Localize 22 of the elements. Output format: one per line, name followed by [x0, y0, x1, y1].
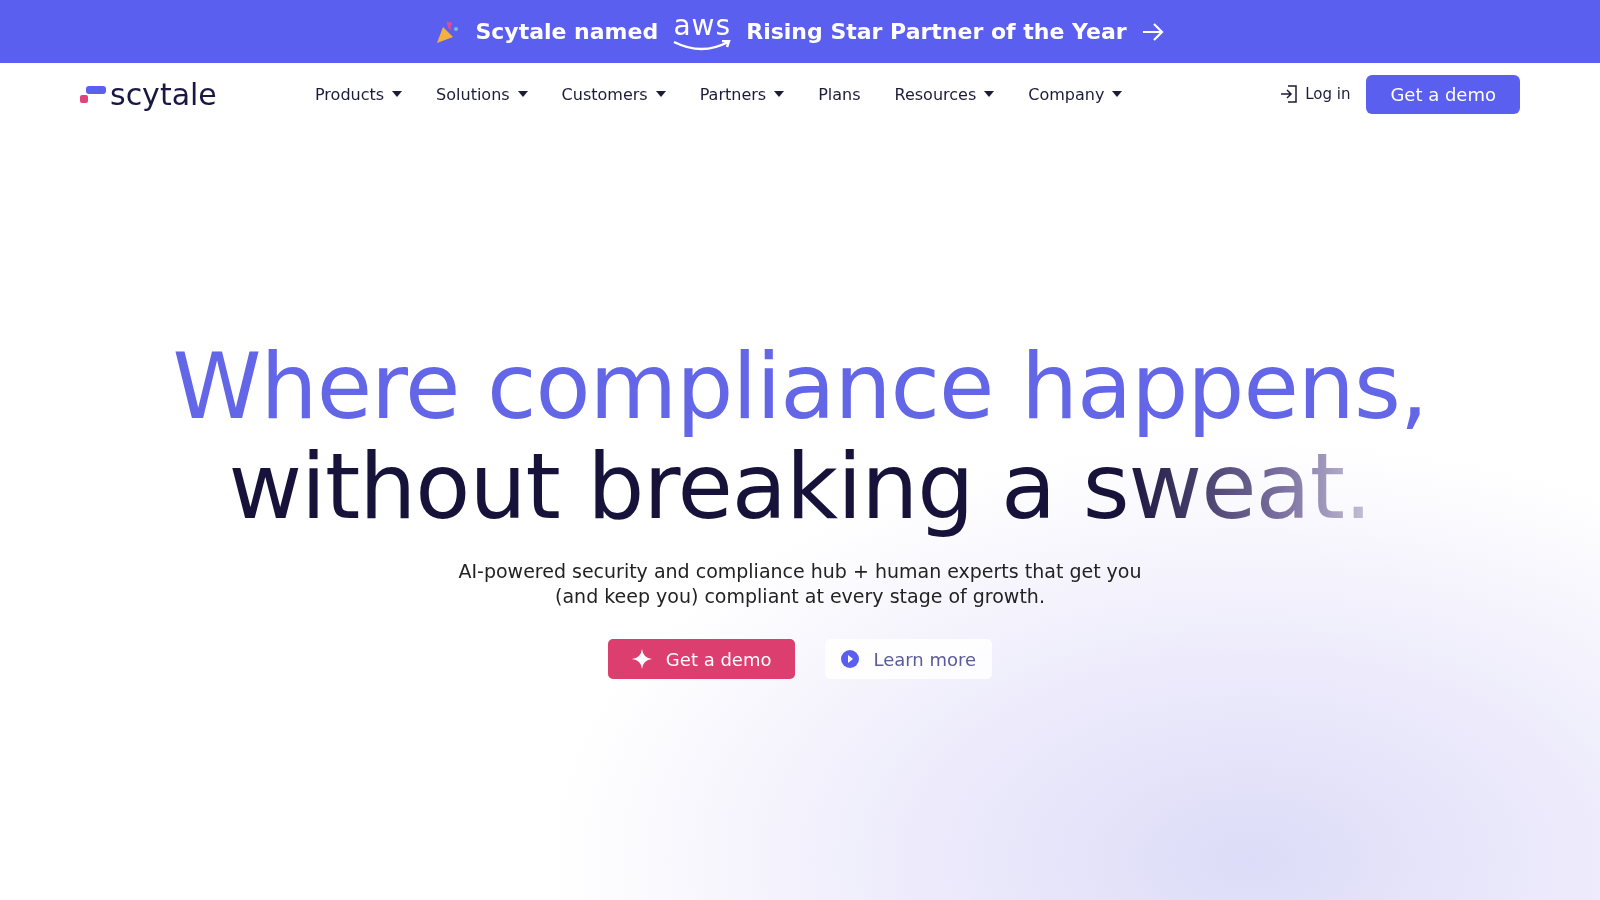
get-demo-button[interactable]: Get a demo — [1366, 74, 1520, 114]
hero-heading: Where compliance happens, — [172, 337, 1428, 437]
nav-link[interactable]: Products — [315, 84, 403, 104]
aws-logo: aws — [672, 11, 733, 52]
arrow-right-icon[interactable] — [1140, 21, 1165, 42]
get-demo-button[interactable]: Get a demo — [607, 639, 796, 679]
nav-link[interactable]: Company — [1028, 84, 1123, 104]
nav-link[interactable]: Solutions — [436, 84, 528, 104]
nav-link[interactable]: Partners — [699, 84, 785, 104]
learn-more-button[interactable]: Learn more — [825, 639, 993, 679]
banner-text: Scytale named — [475, 19, 659, 44]
login-link[interactable]: Log in — [1279, 84, 1351, 104]
banner-text: Rising Star Partner of the Year — [746, 19, 1127, 44]
login-icon — [1279, 84, 1300, 104]
nav-link[interactable]: Plans — [818, 84, 861, 104]
logo-mark-icon — [80, 84, 106, 104]
nav-link[interactable]: Customers — [561, 84, 666, 104]
logo-text[interactable]: scytale — [110, 76, 217, 112]
play-icon — [841, 650, 860, 668]
nav-link[interactable]: Resources — [894, 84, 995, 104]
hero-subtitle: AI-powered security and compliance hub + human experts that get you (and keep you) compliant at every stage of growth. — [457, 559, 1143, 609]
sparkle-icon — [631, 649, 652, 669]
